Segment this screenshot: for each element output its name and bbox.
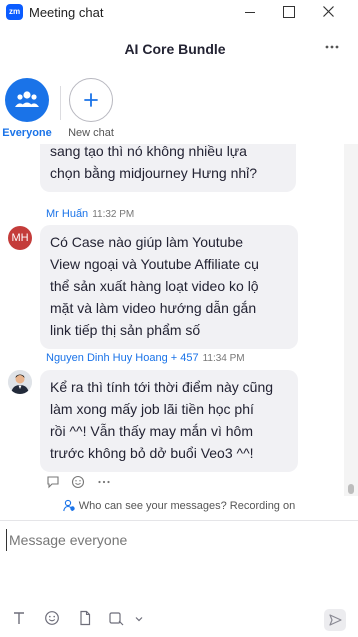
more-icon (98, 480, 110, 484)
format-text-button[interactable] (9, 610, 29, 630)
message-actions (46, 475, 118, 491)
avatar[interactable]: MH (8, 226, 32, 250)
sender-name[interactable]: Nguyen Dinh Huy Hoang + 457 (46, 352, 199, 364)
chevron-down-icon (135, 617, 143, 622)
file-icon (80, 610, 91, 626)
user-photo-icon (8, 370, 32, 394)
text-format-icon (14, 612, 24, 624)
tab-everyone-label: Everyone (2, 127, 52, 139)
privacy-notice[interactable]: Who can see your messages? Recording on (0, 496, 358, 518)
emoji-reaction-button[interactable] (71, 475, 85, 492)
message-list[interactable]: sang tạo thì nó không nhiều lựa chọn bằn… (0, 144, 344, 496)
more-options-button[interactable] (324, 39, 340, 60)
more-icon (325, 45, 339, 49)
more-tools-dropdown[interactable] (132, 610, 146, 630)
minimize-button[interactable] (232, 0, 268, 24)
tab-new-chat[interactable]: New chat (61, 78, 121, 139)
message-time: 11:32 PM (92, 209, 135, 220)
message-bubble[interactable]: Kể ra thì tính tới thời điểm này cũng là… (40, 370, 298, 472)
sender-name[interactable]: Mr Huấn (46, 208, 88, 220)
title-bar: zm Meeting chat (0, 0, 358, 24)
privacy-text: Who can see your messages? Recording on (78, 500, 296, 512)
tab-new-chat-label: New chat (68, 127, 114, 139)
send-button[interactable] (324, 609, 346, 631)
reply-icon (47, 476, 59, 489)
zoom-logo-icon: zm (6, 4, 23, 20)
compose-toolbar (0, 608, 358, 632)
screenshot-icon (109, 612, 124, 626)
more-actions-button[interactable] (97, 475, 111, 492)
scrollbar-thumb[interactable] (348, 484, 354, 494)
person-lock-icon (63, 499, 75, 515)
close-button[interactable] (310, 0, 346, 24)
plus-icon (84, 93, 98, 107)
scrollbar[interactable] (344, 144, 358, 496)
chat-tabs: Everyone New chat (0, 72, 358, 216)
people-icon (15, 91, 39, 107)
message-sender: Mr Huấn 11:32 PM (46, 208, 134, 220)
tab-everyone[interactable]: Everyone (0, 78, 57, 139)
message-time: 11:34 PM (202, 353, 245, 364)
emoji-icon (72, 475, 85, 489)
avatar[interactable] (8, 370, 32, 394)
window-title: Meeting chat (29, 5, 104, 20)
message-bubble[interactable]: sang tạo thì nó không nhiều lựa chọn bằn… (40, 144, 296, 192)
chat-title: AI Core Bundle (124, 41, 226, 57)
message-sender: Nguyen Dinh Huy Hoang + 457 11:34 PM (46, 352, 245, 364)
send-icon (329, 614, 342, 626)
reply-button[interactable] (46, 475, 60, 492)
maximize-button[interactable] (270, 0, 306, 24)
message-input[interactable] (6, 529, 346, 551)
message-bubble[interactable]: Có Case nào giúp làm Youtube View ngoại … (40, 225, 298, 349)
emoji-icon (45, 611, 59, 625)
emoji-button[interactable] (42, 610, 62, 630)
chat-header: AI Core Bundle (0, 34, 358, 66)
close-icon (323, 6, 334, 17)
screenshot-button[interactable] (106, 610, 126, 630)
file-button[interactable] (75, 610, 95, 630)
